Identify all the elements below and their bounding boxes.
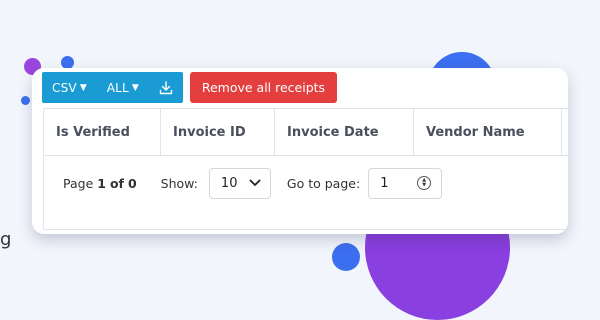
show-label: Show: <box>160 175 198 191</box>
export-format-label: CSV <box>52 80 77 95</box>
receipts-table: Is Verified Invoice ID Invoice Date Vend… <box>43 108 568 230</box>
export-scope-dropdown[interactable]: ALL ▼ <box>97 72 149 103</box>
page-size-value: 10 <box>220 175 238 191</box>
current-page: 1 <box>97 175 106 191</box>
column-header-is-verified[interactable]: Is Verified <box>44 109 161 155</box>
table-header-row: Is Verified Invoice ID Invoice Date Vend… <box>44 109 568 156</box>
decorative-dot <box>21 96 30 105</box>
total-pages: 0 <box>127 175 137 191</box>
column-header-vendor-name[interactable]: Vendor Name <box>414 109 562 155</box>
chevron-down-icon: ▼ <box>131 82 139 93</box>
partial-text: g <box>0 229 12 250</box>
page-indicator: Page 1 of 0 <box>63 176 137 191</box>
chevron-down-icon <box>249 177 261 190</box>
goto-page-value: 1 <box>380 175 389 191</box>
goto-page-label: Go to page: <box>286 175 361 191</box>
decorative-dot <box>332 243 360 271</box>
export-format-dropdown[interactable]: CSV ▼ <box>42 72 97 103</box>
download-icon <box>159 80 173 94</box>
export-button-group: CSV ▼ ALL ▼ <box>42 72 183 103</box>
download-button[interactable] <box>149 72 183 103</box>
page-size-select[interactable]: 10 <box>208 167 271 199</box>
page-label: Page <box>63 175 94 191</box>
remove-all-receipts-button[interactable]: Remove all receipts <box>189 72 338 103</box>
goto-page-input[interactable]: 1 ▲ ▼ <box>368 167 443 199</box>
chevron-down-icon: ▼ <box>79 82 87 93</box>
column-header-invoice-date[interactable]: Invoice Date <box>275 109 414 155</box>
export-scope-label: ALL <box>106 80 129 95</box>
table-toolbar: CSV ▼ ALL ▼ Remove all receipts <box>42 72 338 103</box>
page-of-label: of <box>109 175 124 191</box>
stepper-icon[interactable]: ▲ ▼ <box>417 176 432 190</box>
receipts-table-card: CSV ▼ ALL ▼ Remove all receipts Is Verif… <box>32 68 568 234</box>
column-header-invoice-id[interactable]: Invoice ID <box>161 109 275 155</box>
pagination-bar: Page 1 of 0 Show: 10 Go to page: 1 ▲ ▼ <box>44 167 568 199</box>
